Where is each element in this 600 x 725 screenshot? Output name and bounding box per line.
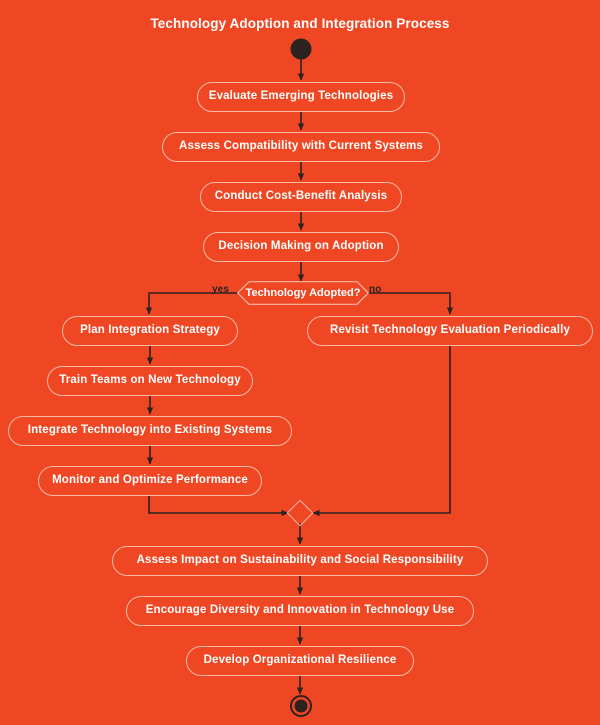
- activity-node-assess-compatibility[interactable]: Assess Compatibility with Current System…: [162, 132, 440, 162]
- activity-node-conduct-cost-benefit-analysis[interactable]: Conduct Cost-Benefit Analysis: [200, 182, 402, 212]
- activity-label: Encourage Diversity and Innovation in Te…: [145, 604, 455, 617]
- activity-label: Revisit Technology Evaluation Periodical…: [330, 324, 570, 337]
- activity-node-encourage-diversity-and-innovation[interactable]: Encourage Diversity and Innovation in Te…: [126, 596, 474, 626]
- activity-node-develop-organizational-resilience[interactable]: Develop Organizational Resilience: [186, 646, 414, 676]
- end-node: [290, 695, 312, 717]
- start-node: [290, 38, 312, 60]
- node-layer: Evaluate Emerging Technologies Assess Co…: [0, 0, 600, 725]
- activity-label: Decision Making on Adoption: [218, 240, 384, 253]
- activity-node-evaluate-emerging-technologies[interactable]: Evaluate Emerging Technologies: [197, 82, 405, 112]
- activity-label: Integrate Technology into Existing Syste…: [27, 424, 273, 437]
- activity-node-decision-making-on-adoption[interactable]: Decision Making on Adoption: [203, 232, 399, 262]
- branch-label-no: no: [369, 284, 382, 295]
- activity-node-monitor-and-optimize-performance[interactable]: Monitor and Optimize Performance: [38, 466, 262, 496]
- activity-node-integrate-technology-into-existing-systems[interactable]: Integrate Technology into Existing Syste…: [8, 416, 292, 446]
- activity-label: Assess Impact on Sustainability and Soci…: [136, 554, 464, 567]
- activity-label: Conduct Cost-Benefit Analysis: [214, 190, 388, 203]
- activity-node-assess-impact-on-sustainability[interactable]: Assess Impact on Sustainability and Soci…: [112, 546, 488, 576]
- activity-label: Train Teams on New Technology: [59, 374, 241, 387]
- activity-label: Evaluate Emerging Technologies: [208, 90, 394, 103]
- activity-label: Monitor and Optimize Performance: [52, 474, 248, 487]
- branch-label-yes: yes: [212, 284, 229, 295]
- activity-label: Assess Compatibility with Current System…: [179, 140, 423, 153]
- activity-node-train-teams-on-new-technology[interactable]: Train Teams on New Technology: [47, 366, 253, 396]
- flowchart-canvas: Technology Adoption and Integration Proc…: [0, 0, 600, 725]
- decision-node-technology-adopted[interactable]: Technology Adopted?: [237, 281, 369, 305]
- activity-label: Plan Integration Strategy: [80, 324, 220, 337]
- activity-node-revisit-technology-evaluation-periodically[interactable]: Revisit Technology Evaluation Periodical…: [307, 316, 593, 346]
- activity-node-plan-integration-strategy[interactable]: Plan Integration Strategy: [62, 316, 238, 346]
- activity-label: Develop Organizational Resilience: [203, 654, 397, 667]
- decision-label: Technology Adopted?: [245, 286, 361, 299]
- merge-node: [286, 499, 314, 527]
- end-node-inner-dot: [294, 699, 308, 713]
